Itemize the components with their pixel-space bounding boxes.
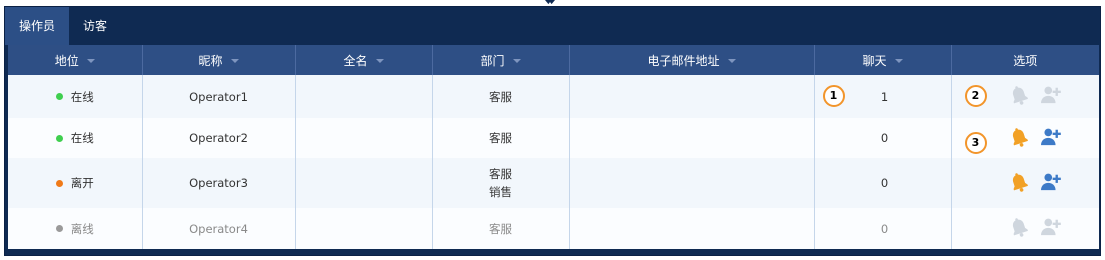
column-header-chats[interactable]: 聊天 bbox=[814, 45, 952, 75]
table-row[interactable]: 在线 Operator2 客服 0 3 bbox=[8, 118, 1099, 158]
chats-cell: 0 bbox=[814, 118, 952, 158]
tab-operators[interactable]: 操作员 bbox=[5, 7, 70, 45]
full-name-cell bbox=[295, 75, 433, 118]
status-dot bbox=[55, 93, 63, 100]
operator-panel-frame: 操作员 访客 地位 昵称 全名 部门 电子邮件地址 聊天 选项 在线 Opera… bbox=[0, 0, 1105, 260]
department-cell: 客服 bbox=[432, 75, 570, 118]
full-name-cell bbox=[295, 208, 433, 249]
tab-bar: 操作员 访客 bbox=[5, 7, 121, 45]
sort-caret-icon bbox=[894, 59, 903, 63]
sort-caret-icon bbox=[86, 59, 95, 63]
email-cell bbox=[569, 158, 815, 208]
options-cell bbox=[951, 158, 1099, 208]
department-cell: 客服 bbox=[432, 118, 570, 158]
annotation-badge: 3 bbox=[964, 132, 987, 154]
status-cell: 在线 bbox=[8, 118, 143, 158]
table-header-row: 地位 昵称 全名 部门 电子邮件地址 聊天 选项 bbox=[8, 45, 1099, 75]
bell-icon[interactable] bbox=[1008, 171, 1030, 196]
nickname-cell: Operator2 bbox=[142, 118, 296, 158]
email-cell bbox=[569, 118, 815, 158]
options-cell bbox=[951, 208, 1099, 249]
add-user-icon[interactable] bbox=[1040, 217, 1062, 240]
operators-table: 地位 昵称 全名 部门 电子邮件地址 聊天 选项 在线 Operator1 客服 bbox=[8, 45, 1099, 249]
sort-caret-icon bbox=[230, 59, 239, 63]
table-row[interactable]: 离开 Operator3 客服 销售 0 bbox=[8, 158, 1099, 208]
email-cell bbox=[569, 75, 815, 118]
sort-caret-icon bbox=[727, 59, 736, 63]
bell-icon[interactable] bbox=[1008, 84, 1030, 109]
sort-caret-icon bbox=[512, 59, 521, 63]
table-row[interactable]: 离线 Operator4 客服 0 bbox=[8, 208, 1099, 249]
column-header-email[interactable]: 电子邮件地址 bbox=[569, 45, 815, 75]
nickname-cell: Operator3 bbox=[142, 158, 296, 208]
full-name-cell bbox=[295, 158, 433, 208]
status-dot bbox=[55, 225, 63, 232]
nickname-cell: Operator1 bbox=[142, 75, 296, 118]
table-row[interactable]: 在线 Operator1 客服 1 1 2 bbox=[8, 75, 1099, 118]
panel-notch-highlight bbox=[547, 2, 553, 6]
tab-visitors[interactable]: 访客 bbox=[69, 7, 121, 45]
full-name-cell bbox=[295, 118, 433, 158]
add-user-icon[interactable] bbox=[1040, 127, 1062, 150]
bell-icon[interactable] bbox=[1008, 126, 1030, 151]
options-cell: 2 bbox=[951, 75, 1099, 118]
annotation-badge: 2 bbox=[964, 85, 987, 107]
column-header-options: 选项 bbox=[951, 45, 1099, 75]
status-cell: 离线 bbox=[8, 208, 143, 249]
email-cell bbox=[569, 208, 815, 249]
department-cell: 客服 销售 bbox=[432, 158, 570, 208]
chats-cell: 0 bbox=[814, 208, 952, 249]
column-header-status[interactable]: 地位 bbox=[8, 45, 143, 75]
status-cell: 离开 bbox=[8, 158, 143, 208]
column-header-full-name[interactable]: 全名 bbox=[295, 45, 433, 75]
status-dot bbox=[55, 134, 63, 142]
annotation-badge: 1 bbox=[822, 85, 845, 107]
department-cell: 客服 bbox=[432, 208, 570, 249]
nickname-cell: Operator4 bbox=[142, 208, 296, 249]
status-cell: 在线 bbox=[8, 75, 143, 118]
add-user-icon[interactable] bbox=[1040, 85, 1062, 108]
sort-caret-icon bbox=[375, 59, 384, 63]
options-cell: 3 bbox=[951, 118, 1099, 158]
status-dot bbox=[55, 179, 63, 187]
add-user-icon[interactable] bbox=[1040, 172, 1062, 195]
column-header-department[interactable]: 部门 bbox=[432, 45, 570, 75]
bell-icon[interactable] bbox=[1008, 216, 1030, 241]
chats-cell: 1 1 bbox=[814, 75, 952, 118]
column-header-nickname[interactable]: 昵称 bbox=[142, 45, 296, 75]
operators-panel: 操作员 访客 地位 昵称 全名 部门 电子邮件地址 聊天 选项 在线 Opera… bbox=[4, 6, 1101, 256]
chats-cell: 0 bbox=[814, 158, 952, 208]
